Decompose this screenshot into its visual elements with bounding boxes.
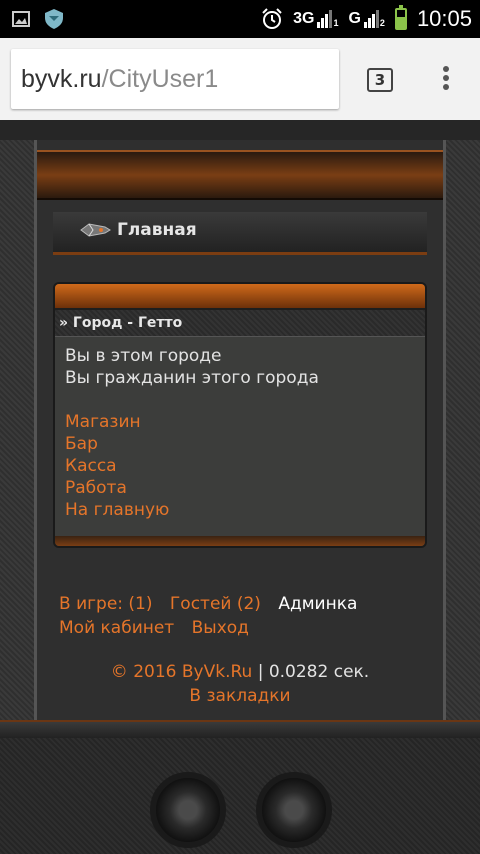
url-bar[interactable]: byvk.ru/CityUser1 <box>11 49 339 109</box>
network-indicator-1: 3G 1 <box>293 10 338 28</box>
block-heading: » Город - Гетто <box>55 310 425 337</box>
footer-links: В игре: (1) Гостей (2) Админка Мой кабин… <box>59 592 439 640</box>
link-logout[interactable]: Выход <box>192 618 249 638</box>
link-admin[interactable]: Админка <box>278 594 357 614</box>
clock: 10:05 <box>416 6 472 31</box>
url-host: byvk.ru <box>21 65 102 93</box>
page-timing: | 0.0282 сек. <box>252 662 370 682</box>
lens-decoration-right <box>256 772 332 848</box>
block-bottom-decoration <box>55 536 425 546</box>
url-path: /CityUser1 <box>101 65 219 93</box>
network-1-label: 3G <box>293 10 315 27</box>
bottom-bar-decoration <box>0 720 480 738</box>
copyright-link[interactable]: © 2016 ByVk.Ru <box>111 662 253 682</box>
bottom-decoration <box>0 720 480 854</box>
network-indicator-2: G 2 <box>348 10 385 28</box>
copyright: © 2016 ByVk.Ru | 0.0282 сек. В закладки <box>37 660 443 708</box>
lens-decoration-left <box>150 772 226 848</box>
signal-icon <box>363 10 379 28</box>
status-line: Вы в этом городе <box>65 346 222 366</box>
battery-icon <box>394 5 407 30</box>
link-cabinet[interactable]: Мой кабинет <box>59 618 174 638</box>
image-icon <box>12 11 30 27</box>
link-work[interactable]: Работа <box>65 477 415 499</box>
block-body: Вы в этом городе Вы гражданин этого горо… <box>55 337 425 529</box>
main-column: Главная » Город - Гетто Вы в этом городе… <box>37 140 443 740</box>
left-border-decoration <box>0 140 37 740</box>
signal-icon <box>317 10 333 28</box>
spaceship-icon <box>80 223 111 237</box>
link-bookmarks[interactable]: В закладки <box>189 686 290 706</box>
network-2-sup: 2 <box>379 18 385 28</box>
top-plate-decoration <box>37 150 443 200</box>
city-block: » Город - Гетто Вы в этом городе Вы граж… <box>53 282 427 548</box>
link-in-game[interactable]: В игре: (1) <box>59 594 153 614</box>
browser-toolbar: byvk.ru/CityUser1 3 <box>0 38 480 121</box>
link-bar[interactable]: Бар <box>65 433 415 455</box>
shield-icon <box>45 9 63 29</box>
tab-switcher-button[interactable]: 3 <box>367 68 393 92</box>
overflow-menu-icon[interactable] <box>440 64 452 96</box>
status-line: Вы гражданин этого города <box>65 368 319 388</box>
page-content: Главная » Город - Гетто Вы в этом городе… <box>0 120 480 854</box>
block-top-decoration <box>55 284 425 310</box>
page-title: Главная <box>117 220 197 240</box>
alarm-icon <box>262 8 282 29</box>
link-guests[interactable]: Гостей (2) <box>170 594 261 614</box>
main-nav-header[interactable]: Главная <box>53 212 427 255</box>
network-2-label: G <box>348 10 361 27</box>
link-shop[interactable]: Магазин <box>65 411 415 433</box>
link-cash[interactable]: Касса <box>65 455 415 477</box>
header-strip <box>0 120 480 140</box>
network-1-sup: 1 <box>333 18 339 28</box>
right-border-decoration <box>443 140 480 740</box>
battery-fill <box>396 17 405 28</box>
status-bar: 3G 1 G 2 10:05 <box>0 0 480 38</box>
link-home[interactable]: На главную <box>65 499 415 521</box>
